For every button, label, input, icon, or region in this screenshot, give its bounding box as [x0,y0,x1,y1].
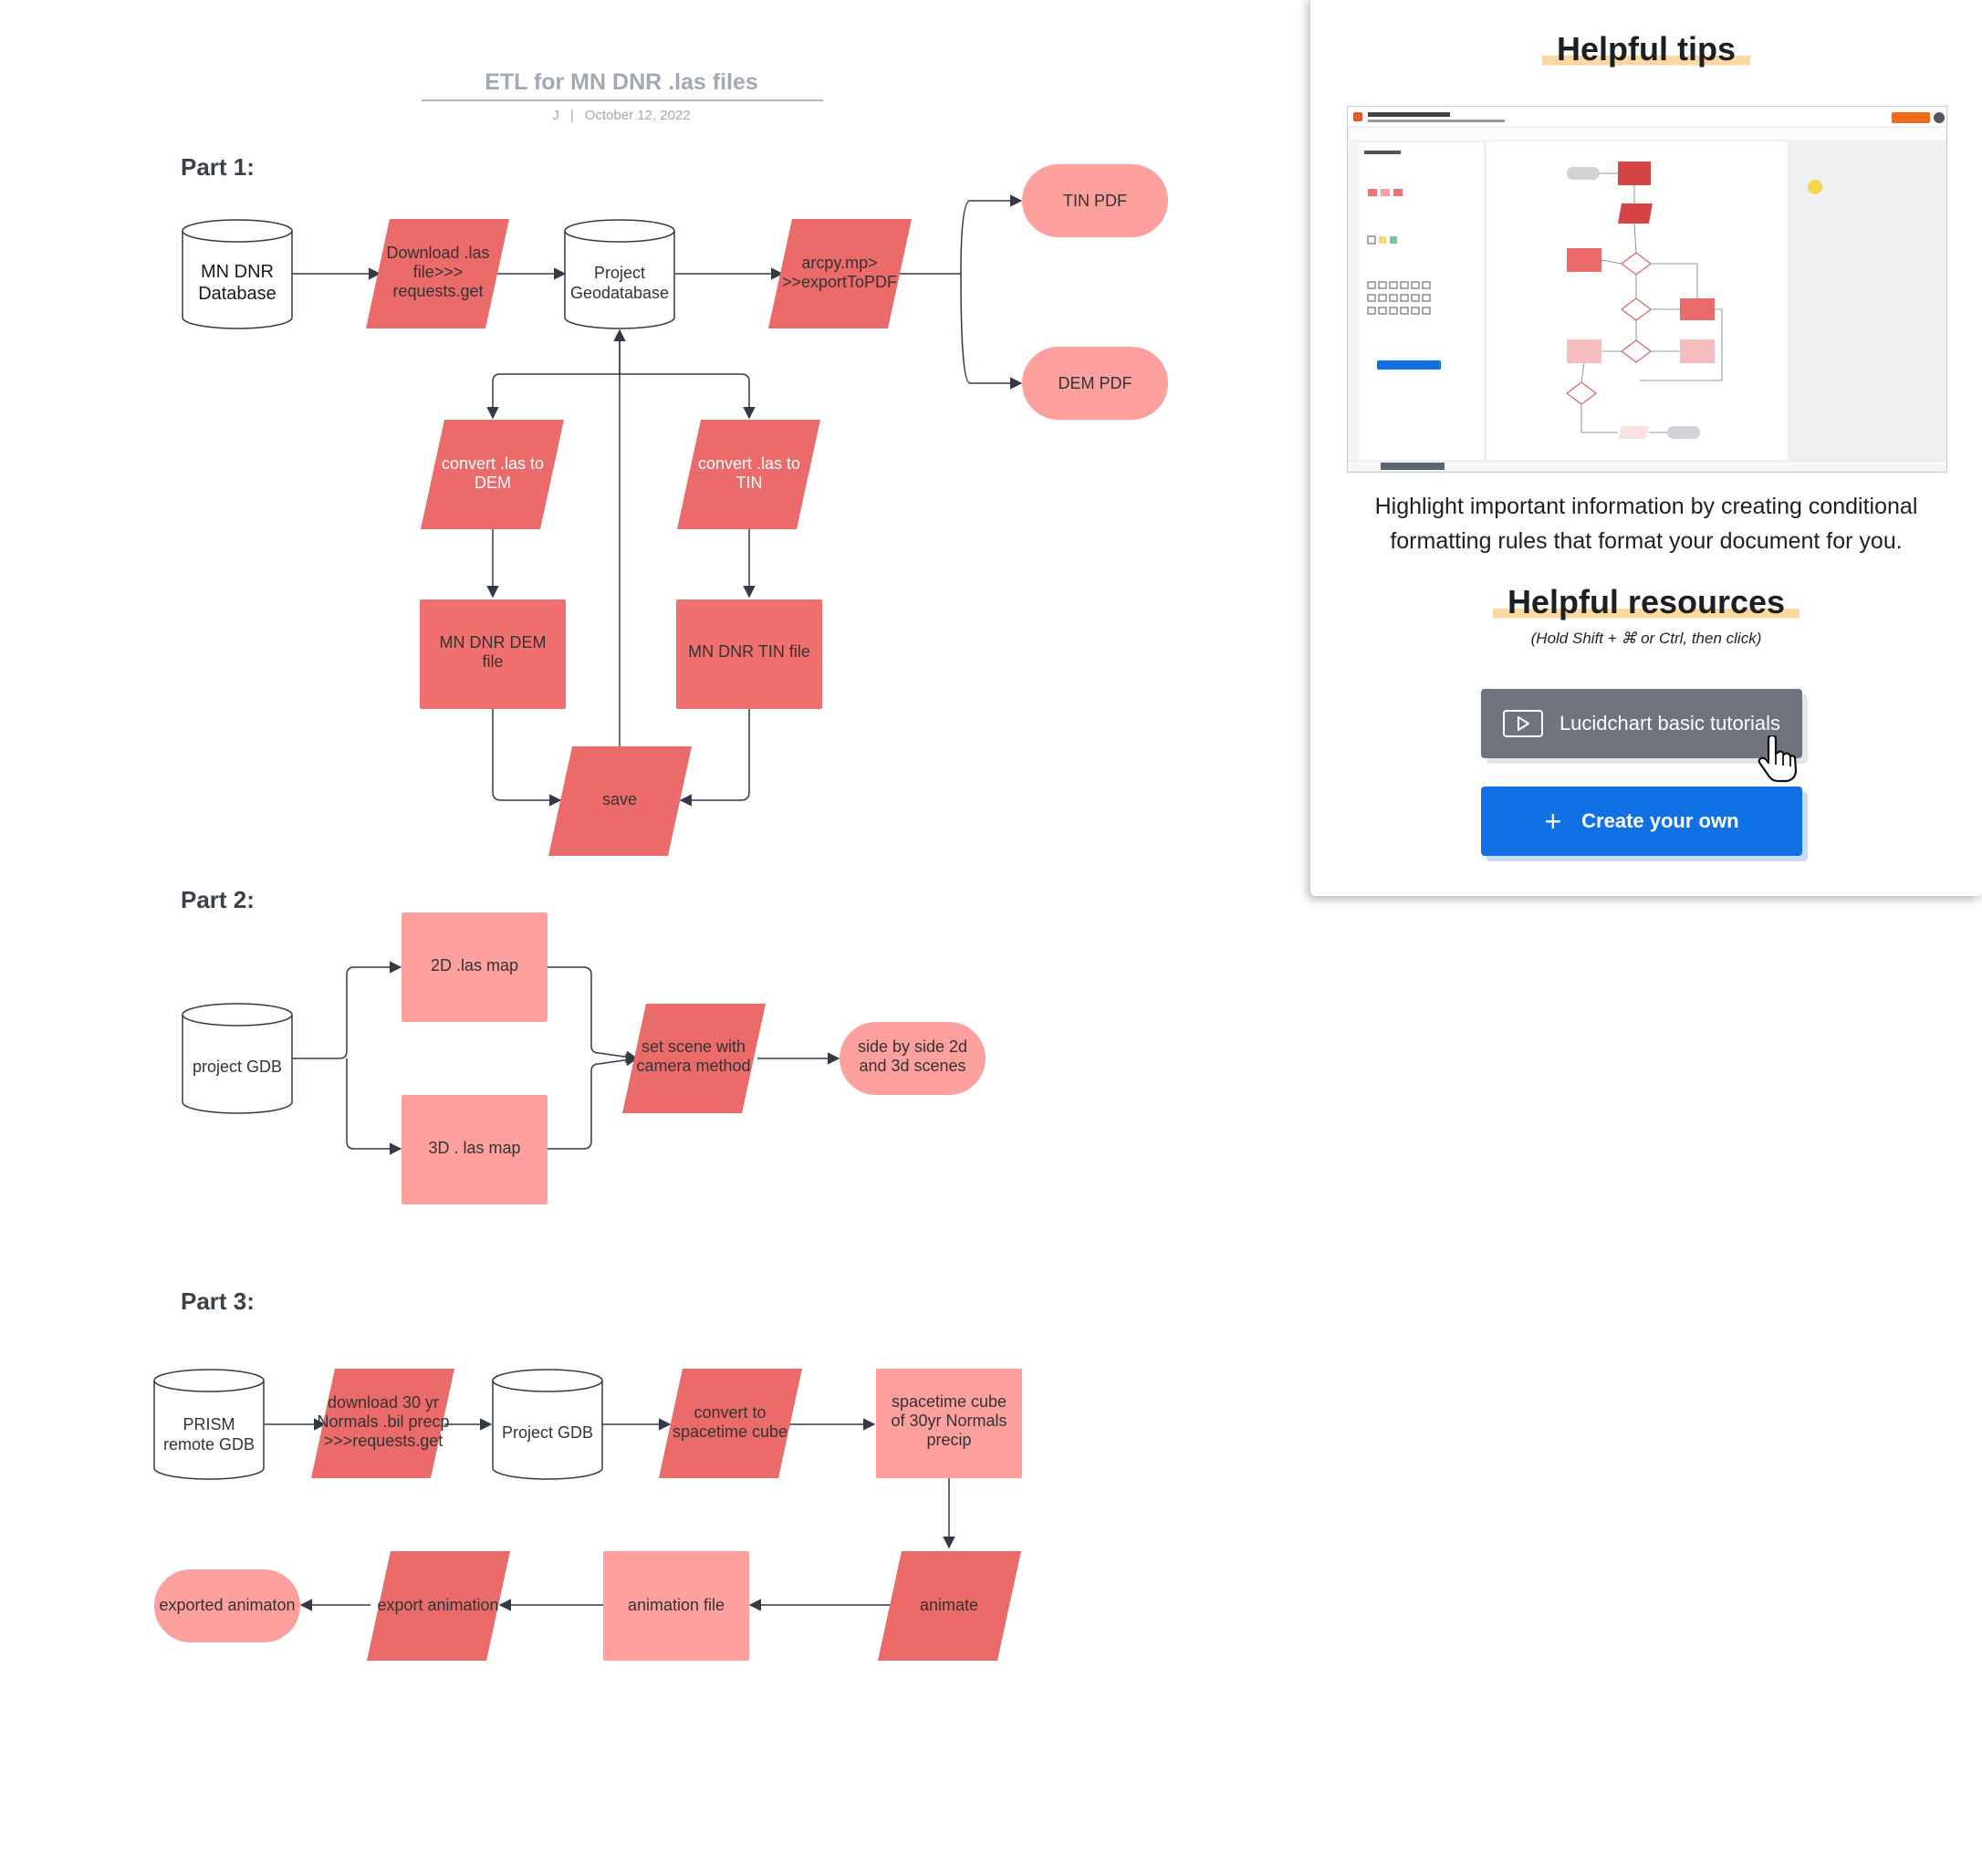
node-export-animation[interactable]: export animation [367,1551,510,1661]
node-label: Geodatabase [570,284,669,302]
node-download-normals[interactable]: download 30 yr Normals .bil precp >>>reque… [311,1369,454,1478]
node-project-gdb-part3[interactable]: Project GDB [492,1369,603,1480]
resources-heading: Helpful resources [1492,584,1800,620]
part-3-label: Part 3: [181,1287,255,1315]
node-prism-remote-gdb[interactable]: PRISM remote GDB [153,1369,265,1480]
document-author: J [552,108,559,123]
document-title: ETL for MN DNR .las files [485,69,758,95]
tutorials-button-label: Lucidchart basic tutorials [1559,712,1781,735]
node-label: MN DNR [201,262,274,282]
node-label: TIN PDF [1063,192,1127,210]
flowchart-canvas: ETL for MN DNR .las files J | October 12, … [153,69,1168,1661]
node-label: MN DNR DEM [440,633,547,651]
hand-cursor-icon [1758,735,1798,783]
node-mn-dnr-dem-file[interactable]: MN DNR DEM file [420,599,566,709]
node-label: 3D . las map [428,1139,520,1157]
play-icon [1502,710,1543,737]
svg-text:download 30 yrNormals .bil pre: download 30 yr Normals .bil precp >>>reque… [317,1393,449,1450]
lucidchart-tutorials-button[interactable]: Lucidchart basic tutorials [1481,689,1802,758]
node-download-las[interactable]: Download .las file>>> requests.get [366,219,509,328]
node-label: file>>> [413,263,464,281]
plus-icon: + [1544,805,1562,838]
meta-separator: | [570,108,574,123]
node-label: requests.get [392,282,483,300]
node-spacetime-cube[interactable]: spacetime cube of 30yr Normals precip [876,1369,1022,1478]
document-date: October 12, 2022 [585,108,691,123]
tips-body: Highlight important information by creat… [1374,494,1918,554]
part-1-label: Part 1: [181,153,255,181]
node-label: set scene with [642,1037,746,1056]
node-label: animation file [628,1596,725,1614]
helpful-tips-panel: Helpful tips Highlight important informa… [1310,0,1982,896]
node-label: convert .las to [442,454,544,473]
node-save[interactable]: save [548,746,692,856]
node-3d-las-map[interactable]: 3D . las map [402,1095,548,1204]
node-label: MN DNR TIN file [688,642,810,661]
node-label: export animation [377,1596,498,1614]
resources-heading-wrap: Helpful resources [1310,584,1982,620]
node-set-scene[interactable]: set scene with camera method [622,1004,766,1113]
node-tin-pdf[interactable]: TIN PDF [1022,164,1168,237]
tips-heading-wrap: Helpful tips [1310,31,1982,68]
node-label: DEM [475,474,511,492]
node-label: convert .las to [698,454,800,473]
node-label: remote GDB [163,1435,255,1454]
editor-preview-image [1348,107,1946,472]
node-project-geodatabase[interactable]: Project Geodatabase [564,219,675,329]
node-side-by-side-scenes[interactable]: side by side 2d and 3d scenes [840,1022,986,1095]
tips-heading: Helpful tips [1542,31,1750,68]
node-label: precip [926,1431,971,1449]
node-label: arcpy.mp> [801,254,877,272]
part-2-label: Part 2: [181,886,255,913]
node-label: side by side 2d [858,1037,967,1056]
node-label: spacetime cube [892,1392,1007,1411]
node-label: Database [198,284,276,304]
node-label: DEM PDF [1059,374,1132,392]
node-animation-file[interactable]: animation file [603,1551,749,1661]
node-label: Project GDB [502,1423,593,1442]
node-convert-las-tin[interactable]: convert .las to TIN [677,420,820,529]
node-dem-pdf[interactable]: DEM PDF [1022,347,1168,420]
node-project-gdb-part2[interactable]: project GDB [182,1003,293,1114]
node-exported-animation[interactable]: exported animaton [154,1569,300,1642]
node-label: >>exportToPDF [782,273,897,291]
node-label: spacetime cube [673,1423,788,1441]
document-meta: J | October 12, 2022 [552,108,690,123]
node-label: 2D .las map [431,956,518,974]
node-2d-las-map[interactable]: 2D .las map [402,912,548,1022]
node-label: save [602,790,637,808]
node-label: TIN [736,474,763,492]
node-label: convert to [694,1403,766,1422]
node-label: Normals .bil precp [317,1412,449,1431]
node-label: PRISM [183,1415,235,1433]
tips-example-screenshot [1347,106,1947,473]
node-convert-spacetime-cube[interactable]: convert to spacetime cube [659,1369,802,1478]
create-your-own-button[interactable]: + Create your own [1481,787,1802,856]
node-label: of 30yr Normals [891,1412,1007,1430]
node-label: and 3d scenes [859,1057,965,1075]
create-button-label: Create your own [1581,809,1739,832]
node-label: exported animaton [159,1596,295,1614]
node-label: download 30 yr [328,1393,439,1412]
node-mn-dnr-tin-file[interactable]: MN DNR TIN file [676,599,822,709]
node-label: animate [920,1596,978,1614]
svg-text:side by side 2dand 3d scenes: side by side 2d and 3d scenes [858,1037,967,1075]
node-convert-las-dem[interactable]: convert .las to DEM [421,420,564,529]
node-label: Project [594,264,645,282]
node-animate[interactable]: animate [878,1551,1021,1661]
node-label: project GDB [193,1058,282,1076]
node-label: file [482,652,503,671]
node-label: >>>requests.get [324,1432,443,1450]
node-mn-dnr-database[interactable]: MN DNR Database [182,219,293,329]
node-label: Download .las [386,244,489,262]
resources-hint: (Hold Shift + ⌘ or Ctrl, then click) [1530,630,1762,647]
svg-text:set scene withcamera method: set scene with camera method [636,1037,750,1075]
node-label: camera method [636,1057,750,1075]
node-arcpy-export[interactable]: arcpy.mp> >>exportToPDF [768,219,912,328]
